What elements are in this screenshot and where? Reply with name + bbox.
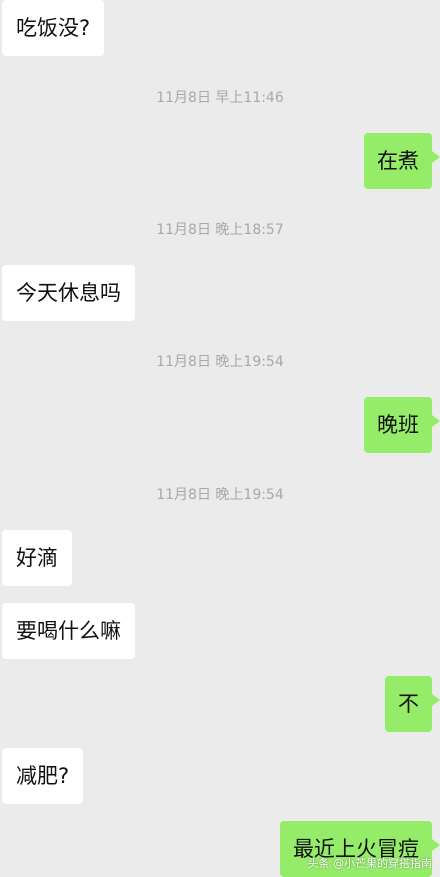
message-bubble-right: 在煮 (364, 133, 440, 189)
timestamp: 11月8日 晚上18:57 (156, 222, 284, 238)
message-bubble-left: 好滴 (2, 530, 72, 586)
message-bubble-left: 要喝什么嘛 (2, 603, 135, 659)
message-bubble-left: 吃饭没? (2, 0, 105, 56)
timestamp: 11月8日 早上11:46 (156, 90, 284, 106)
message-bubble-left: 今天休息吗 (2, 265, 135, 321)
message-bubble-right: 不 (385, 676, 440, 732)
message-bubble-right: 晚班 (364, 397, 440, 453)
timestamp: 11月8日 晚上19:54 (156, 487, 284, 503)
watermark-text: 头条 @小芒果的穿搭指南 (307, 857, 433, 870)
message-bubble-left: 减肥? (2, 748, 84, 804)
timestamp: 11月8日 晚上19:54 (156, 354, 284, 370)
